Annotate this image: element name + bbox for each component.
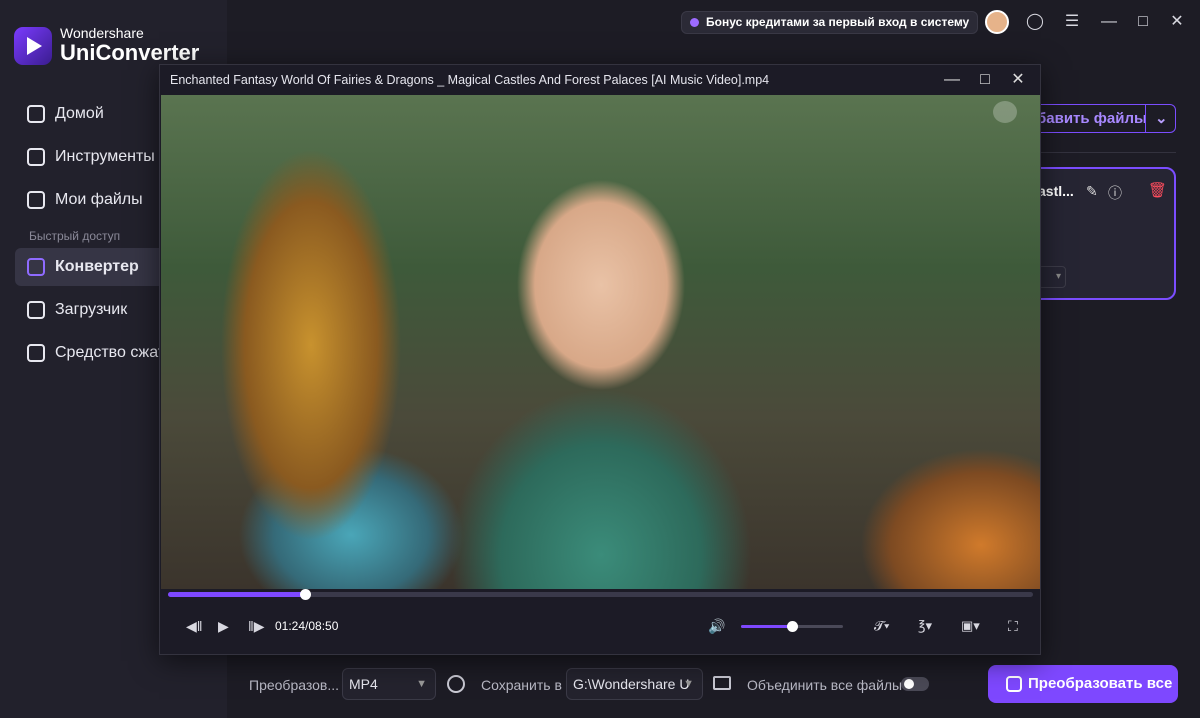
feedback-icon[interactable]: ◯ [1025, 12, 1045, 32]
video-frame[interactable] [161, 95, 1040, 589]
maximize-icon[interactable]: □ [975, 70, 995, 90]
uniconverter-logo-icon [14, 26, 52, 65]
save-to-label: Сохранить в [481, 677, 562, 693]
trash-icon[interactable]: 🗑 [1148, 181, 1167, 199]
minimize-icon[interactable]: — [1099, 12, 1119, 32]
play-icon[interactable]: ▶ [218, 617, 229, 635]
brand-line-2: UniConverter [60, 40, 200, 65]
save-path-value: G:\Wondershare U [573, 676, 690, 692]
close-icon[interactable]: ✕ [1167, 12, 1187, 32]
seek-bar-fill [168, 592, 305, 597]
file-card-name: astl... [1038, 183, 1074, 199]
file-output-dropdown[interactable]: ▾ [1038, 266, 1066, 288]
add-files-label: бавить файлы [1037, 110, 1147, 127]
converter-icon [27, 258, 45, 276]
avatar[interactable] [985, 10, 1009, 34]
file-card[interactable]: astl... ✎ ⓘ 🗑 ▾ [1026, 167, 1176, 300]
sidebar-item-label: Конвертер [55, 258, 139, 275]
download-icon [27, 301, 45, 319]
sidebar-item-label: Средство сжат [55, 344, 166, 361]
sidebar-item-label: Инструменты с [55, 148, 168, 165]
divider [1040, 152, 1176, 153]
fullscreen-icon[interactable]: ⛶ [1008, 617, 1018, 635]
audio-track-icon[interactable]: ℥▾ [918, 617, 932, 635]
chevron-down-icon[interactable]: ⌄ [1155, 105, 1168, 132]
files-icon [27, 191, 45, 209]
edit-icon[interactable]: ✎ [1086, 183, 1098, 200]
output-format-value: MP4 [349, 676, 378, 692]
info-icon[interactable]: ⓘ [1108, 183, 1122, 203]
convert-all-button[interactable]: Преобразовать все [988, 665, 1178, 703]
sidebar-item-label: Домой [55, 105, 104, 122]
sidebar-item-label: Мои файлы [55, 191, 143, 208]
compress-icon [27, 344, 45, 362]
convert-all-label: Преобразовать все [1028, 675, 1173, 692]
crop-icon[interactable]: ▣▾ [961, 617, 980, 635]
bonus-banner[interactable]: Бонус кредитами за первый вход в систему [681, 11, 979, 34]
bottom-bar: Преобразов... MP4 ▼ Сохранить в G:\Wonde… [227, 654, 1200, 718]
chevron-down-icon: ▼ [683, 678, 694, 690]
menu-icon[interactable]: ☰ [1062, 12, 1082, 32]
convert-format-label: Преобразов... [249, 677, 340, 693]
add-files-button[interactable]: бавить файлы ⌄ [1030, 104, 1176, 133]
save-path-select[interactable]: G:\Wondershare U ▼ [566, 668, 703, 700]
seek-handle[interactable] [299, 589, 311, 600]
volume-handle[interactable] [787, 621, 798, 632]
subtitle-off-icon[interactable]: 𝓣▾ [874, 617, 889, 635]
player-title: Enchanted Fantasy World Of Fairies & Dra… [170, 73, 770, 87]
time-readout: 01:24/08:50 [275, 619, 339, 633]
close-icon[interactable]: ✕ [1008, 70, 1028, 90]
video-player-window: Enchanted Fantasy World Of Fairies & Dra… [159, 64, 1041, 655]
next-frame-icon[interactable]: ‖▶ [248, 617, 265, 635]
folder-icon[interactable] [713, 676, 731, 690]
format-settings-icon[interactable] [447, 675, 465, 693]
merge-files-toggle[interactable] [901, 677, 929, 691]
brand: Wondershare UniConverter [14, 26, 199, 65]
chevron-down-icon: ▼ [416, 678, 427, 690]
sidebar-item-label: Загрузчик [55, 301, 128, 318]
brand-line-1: Wondershare [60, 25, 144, 41]
maximize-icon[interactable]: □ [1133, 12, 1153, 32]
merge-files-label: Объединить все файлы [747, 677, 903, 693]
previous-frame-icon[interactable]: ◀‖ [186, 617, 203, 635]
top-bar: Бонус кредитами за первый вход в систему… [227, 0, 1200, 44]
output-format-select[interactable]: MP4 ▼ [342, 668, 436, 700]
watermark-logo [993, 101, 1017, 123]
volume-icon[interactable]: 🔊 [708, 617, 725, 635]
toolbox-icon [27, 148, 45, 166]
minimize-icon[interactable]: — [942, 70, 962, 90]
volume-fill [741, 625, 792, 628]
convert-icon [1006, 676, 1022, 692]
volume-slider[interactable] [741, 621, 843, 632]
app-window: Wondershare UniConverter Домой Инструмен… [0, 0, 1200, 718]
seek-bar[interactable] [168, 589, 1033, 600]
home-icon [27, 105, 45, 123]
